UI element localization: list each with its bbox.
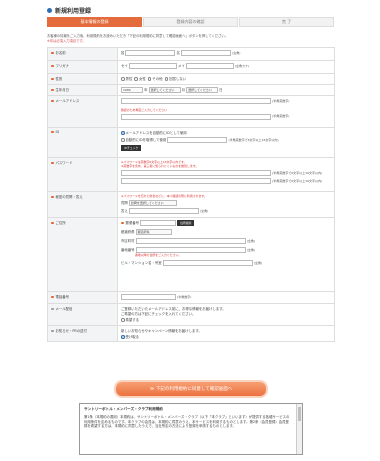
required-icon — [51, 195, 54, 199]
password-input[interactable] — [121, 170, 271, 176]
custom-id-input[interactable] — [167, 137, 228, 143]
email-confirm-input[interactable] — [121, 114, 271, 120]
city-input[interactable] — [135, 238, 246, 244]
zip-input[interactable] — [140, 220, 177, 226]
page-title: 新規利用登録 — [47, 6, 91, 15]
row-kana: フリガナ セイ メイ (全角カナ) — [47, 60, 335, 74]
row-password: パスワード ※パスワードは英数字6文字以上16文字以内です。 ※英数字を含め、第… — [47, 157, 335, 192]
phone-input[interactable] — [121, 294, 176, 300]
row-email: メールアドレス (半角英数字) 確認のため再度ご入力してください (半角英数字) — [47, 95, 335, 128]
step-3: 完 了 — [239, 17, 334, 27]
required-icon — [51, 295, 54, 299]
row-news: メール配信 ご登録いただいたメールアドレス宛に、お得な情報をお届けします。 ご希… — [47, 303, 335, 326]
row-mailmag: お知らせ・PRの送付 新しいお知らせやキャンペーン情報をお届けします。 受け取る — [47, 325, 335, 342]
optional-icon — [51, 329, 54, 333]
row-secret: 秘密の質問・答え ※パスワードを忘れた場合などに、本人確認の際に利用されます。 … — [47, 191, 335, 218]
terms-body: 第1条（本規約の適用）本規約は、サントリーボトル・メンバーズ・クラブ（以下「本ク… — [84, 415, 290, 429]
prefecture-select[interactable]: 都道府県 — [135, 229, 172, 235]
address-search-button[interactable]: 住所検索 — [177, 220, 195, 226]
email-input[interactable] — [121, 98, 271, 104]
birth-month-select[interactable]: 選択してください — [148, 87, 181, 93]
row-address: ご住所 郵便番号 住所検索 都道府県 都道府県 市区町村 (全角) 番地番号 (… — [47, 217, 335, 292]
id-custom-radio[interactable] — [121, 138, 125, 142]
terms-title: サントリーボトル・メンバーズ・クラブ利用規約 — [84, 407, 163, 411]
first-name-kana-input[interactable] — [185, 63, 234, 69]
gender-other-radio[interactable] — [147, 77, 152, 81]
gender-male-radio[interactable] — [121, 77, 125, 81]
intro-text: お客様の情報をご入力後、利用規約をお読みいただき「下記の利用規約に同意して確認画… — [47, 34, 229, 43]
registration-form: お名前 姓 名 (全角) フリガナ セイ メイ (全角カナ) 性別 男性 女性 … — [47, 47, 335, 342]
secret-question-select[interactable]: 質問を選択してください — [128, 200, 177, 206]
terms-scrollbar[interactable] — [296, 404, 302, 454]
terms-scrollbar-thumb[interactable] — [298, 407, 301, 421]
id-check-button[interactable]: IDチェック — [121, 145, 142, 151]
required-icon — [51, 99, 54, 103]
gender-noanswer-radio[interactable] — [164, 77, 169, 81]
registration-page: 新規利用登録 基本情報の登録 登録内容の確認 完 了 お客様の情報をご入力後、利… — [47, 0, 335, 461]
step-2: 登録内容の確認 — [143, 17, 238, 27]
last-name-input[interactable] — [125, 50, 176, 56]
row-gender: 性別 男性 女性 その他 回答しない — [47, 73, 335, 85]
birth-year-select[interactable]: 1980 — [121, 87, 143, 93]
last-name-kana-input[interactable] — [128, 63, 177, 69]
required-icon — [51, 161, 54, 165]
first-name-input[interactable] — [181, 50, 232, 56]
agree-and-confirm-button[interactable]: ≫ 下記の利用規約に同意して確認画面へ — [116, 382, 266, 396]
password-confirm-input[interactable] — [121, 178, 271, 184]
row-birth: 生年月日 1980 年 選択してください 月 選択してください 日 — [47, 84, 335, 96]
row-id: ID メールアドレスを自動的にIDとして使用 自動的にIDを取得して使用 (半角… — [47, 127, 335, 158]
required-icon — [51, 51, 54, 55]
mailmag-yes-radio[interactable] — [121, 335, 125, 339]
id-use-email-radio[interactable] — [121, 131, 125, 135]
required-icon — [51, 221, 54, 225]
birth-day-select[interactable]: 選択してください — [186, 87, 219, 93]
required-icon — [51, 64, 54, 68]
building-input[interactable] — [162, 260, 253, 266]
row-phone: 電話番号 (半角数字) — [47, 291, 335, 304]
step-1: 基本情報の登録 — [47, 17, 142, 27]
required-icon — [121, 221, 124, 225]
gender-female-radio[interactable] — [134, 77, 138, 81]
terms-box[interactable]: サントリーボトル・メンバーズ・クラブ利用規約 第1条（本規約の適用）本規約は、サ… — [79, 403, 303, 455]
news-checkbox[interactable] — [121, 318, 125, 322]
step-indicator: 基本情報の登録 登録内容の確認 完 了 — [47, 17, 335, 27]
required-icon — [51, 88, 54, 92]
row-name: お名前 姓 名 (全角) — [47, 47, 335, 61]
required-icon — [51, 130, 54, 134]
optional-icon — [51, 307, 54, 311]
title-bullet-icon — [47, 8, 52, 13]
secret-answer-input[interactable] — [128, 208, 199, 214]
required-icon — [51, 77, 54, 81]
